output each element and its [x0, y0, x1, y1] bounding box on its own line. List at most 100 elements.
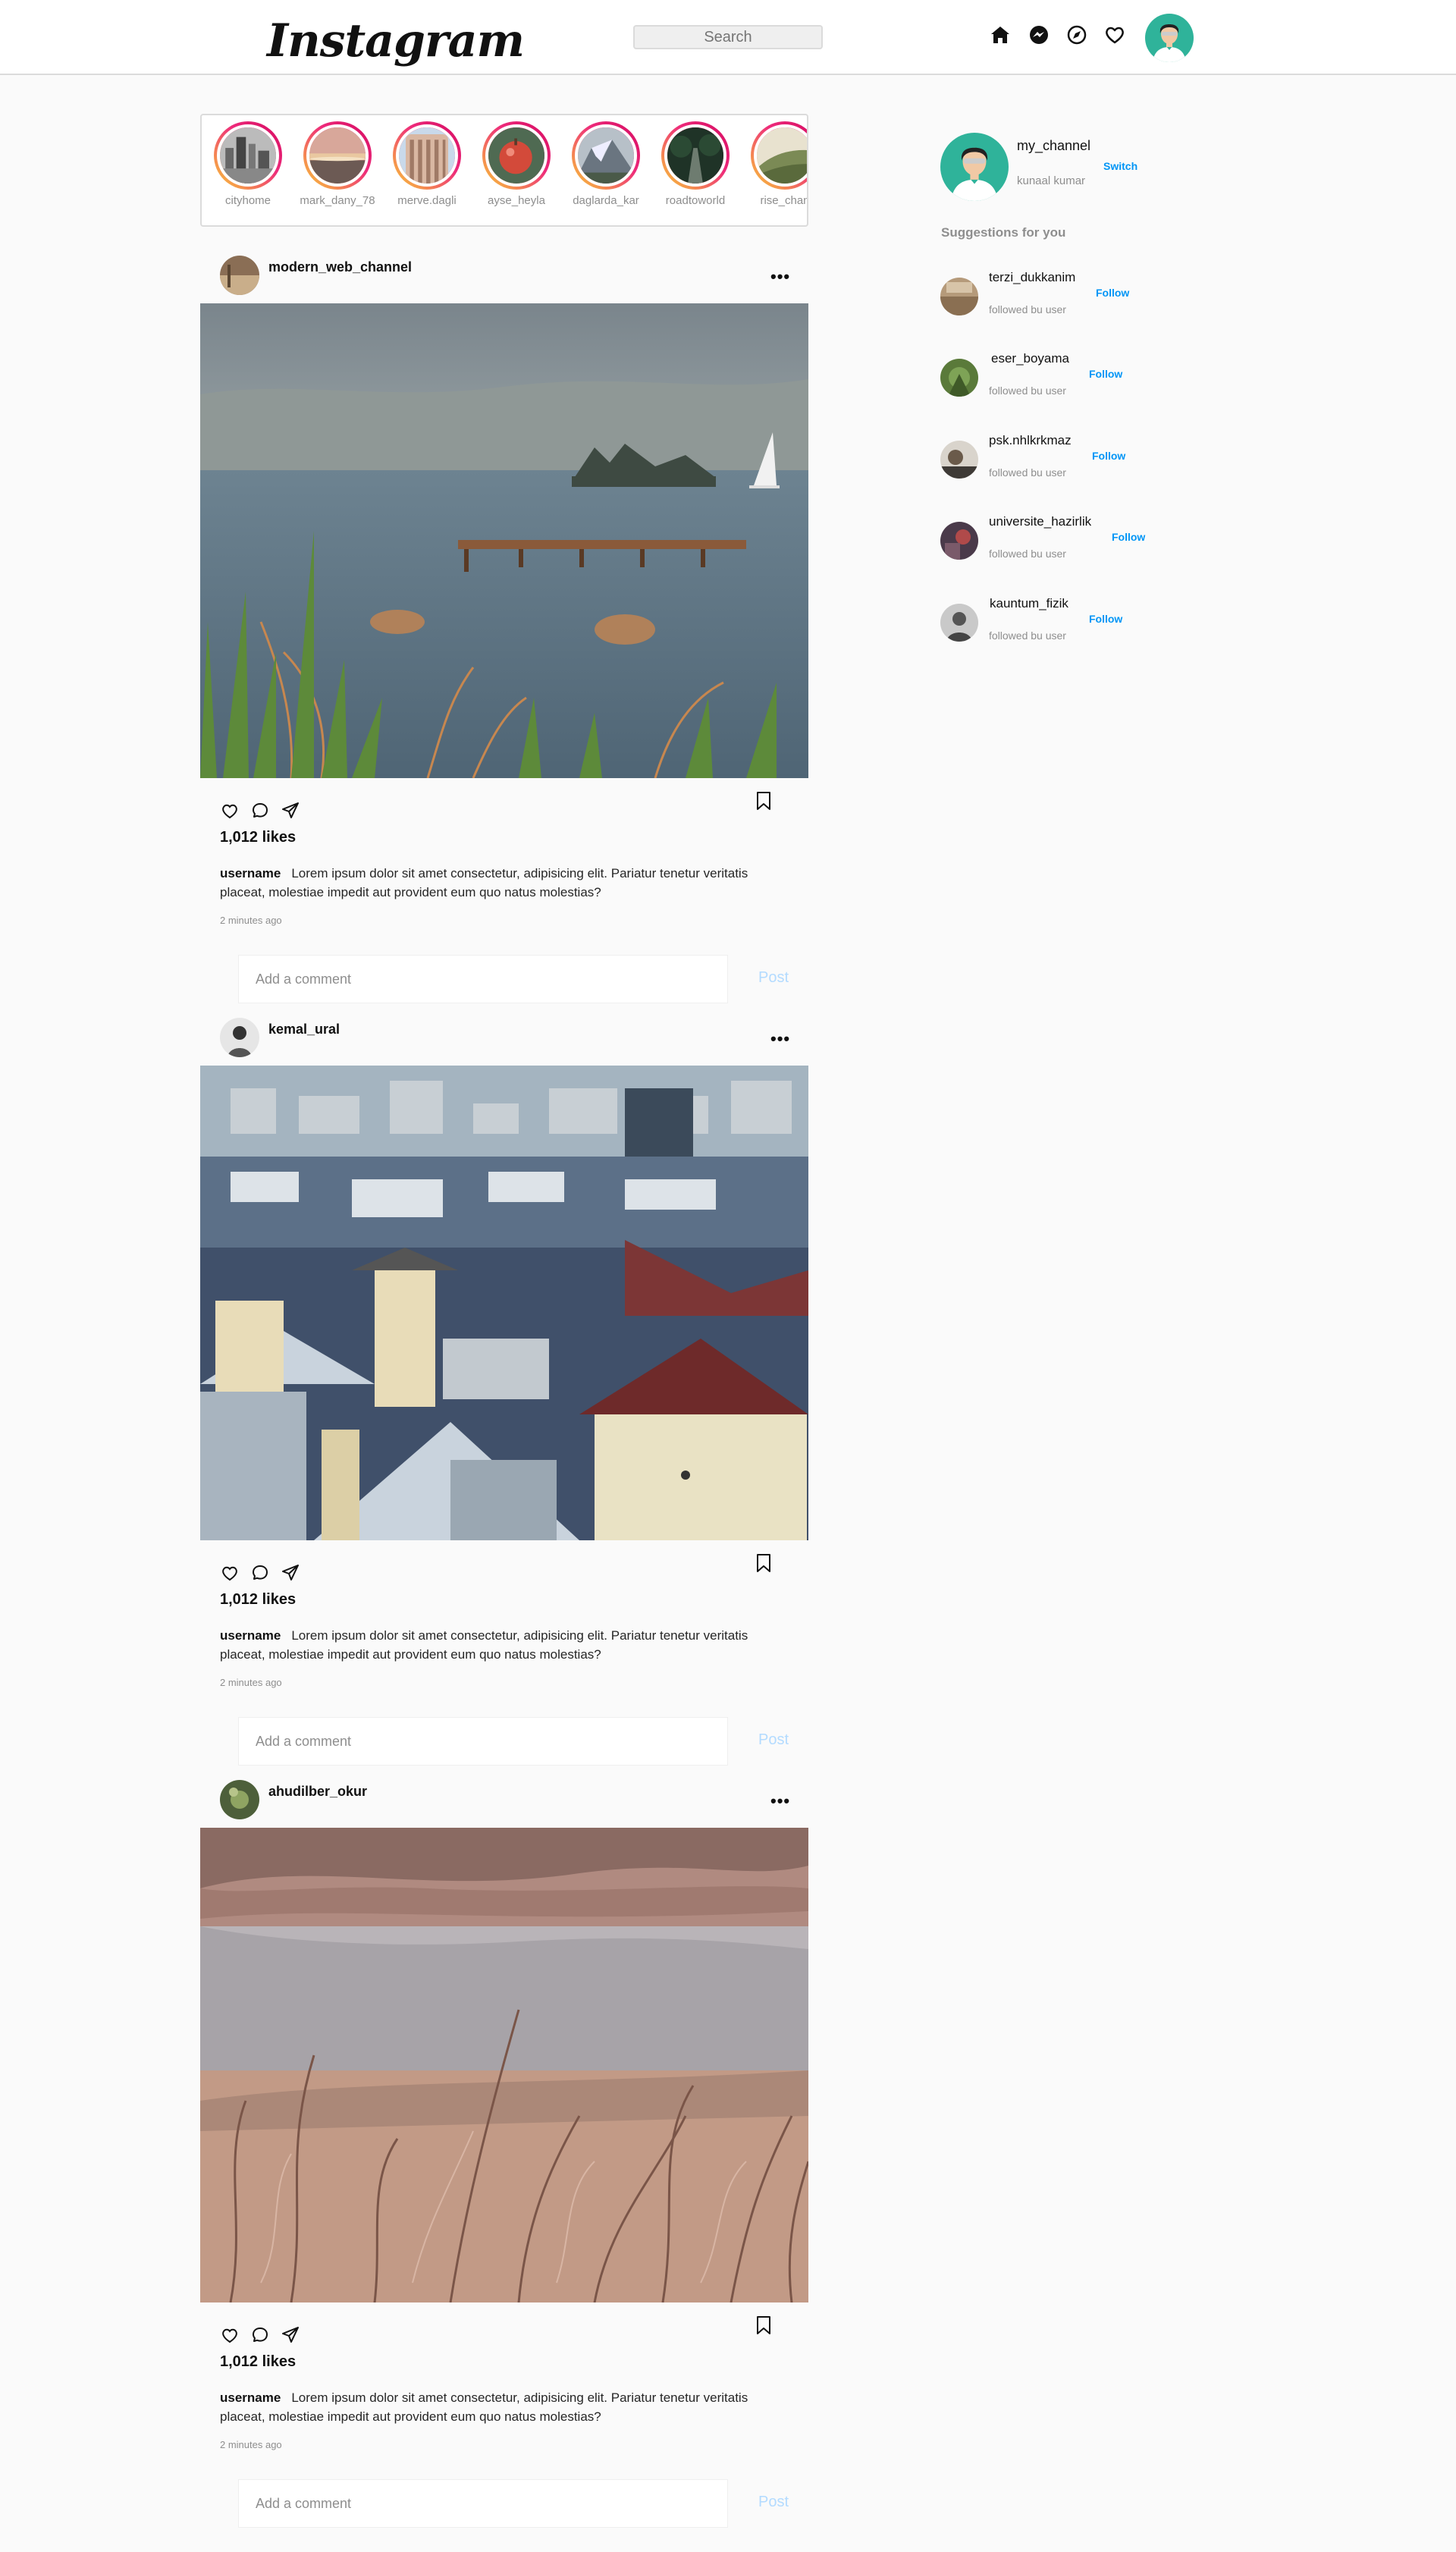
post-comment-button[interactable]: Post: [758, 969, 789, 987]
suggestion-avatar[interactable]: [940, 522, 978, 560]
switch-account-button[interactable]: Switch: [1103, 160, 1138, 172]
likes-count: 1,012 likes: [220, 1591, 297, 1608]
share-icon[interactable]: [281, 801, 300, 821]
post-header: modern_web_channel •••: [200, 238, 808, 303]
suggestion-item: universite_hazirlik followed bu user Fol…: [940, 514, 1168, 560]
follow-button[interactable]: Follow: [1092, 450, 1125, 462]
post-avatar[interactable]: [220, 1780, 259, 1819]
bookmark-icon[interactable]: [754, 1552, 774, 1574]
story-avatar: [217, 124, 279, 187]
caption-text: Lorem ipsum dolor sit amet consectetur, …: [220, 1628, 748, 1662]
comment-input[interactable]: [239, 2480, 729, 2527]
more-options-icon[interactable]: •••: [770, 1793, 790, 1810]
comment-box: [238, 1717, 729, 1766]
story-username: mark_dany_78: [300, 194, 375, 207]
more-options-icon[interactable]: •••: [770, 1031, 790, 1047]
story-item[interactable]: roadtoworld: [651, 121, 740, 207]
post-time: 2 minutes ago: [220, 2439, 282, 2450]
story-item[interactable]: ayse_heyla: [472, 121, 561, 207]
story-item[interactable]: daglarda_kar: [561, 121, 651, 207]
story-username: merve.dagli: [397, 194, 457, 207]
story-item[interactable]: mark_dany_78: [293, 121, 382, 207]
like-icon[interactable]: [220, 1563, 240, 1583]
my-username[interactable]: my_channel: [1017, 138, 1090, 154]
suggestions-title: Suggestions for you: [941, 225, 1066, 240]
bookmark-icon[interactable]: [754, 2315, 774, 2336]
more-options-icon[interactable]: •••: [770, 268, 790, 285]
post-caption: username Lorem ipsum dolor sit amet conse…: [220, 2388, 789, 2426]
feed-post: modern_web_channel ••• 1,012 likes usern…: [200, 238, 808, 1003]
feed-post: kemal_ural ••• 1,012 likes username Lore…: [200, 1000, 808, 1766]
share-icon[interactable]: [281, 2325, 300, 2345]
explore-icon[interactable]: [1065, 23, 1089, 47]
suggestion-avatar[interactable]: [940, 278, 978, 315]
bookmark-icon[interactable]: [754, 790, 774, 811]
post-avatar[interactable]: [220, 1018, 259, 1057]
suggestion-subtitle: followed bu user: [989, 385, 1066, 397]
post-caption: username Lorem ipsum dolor sit amet conse…: [220, 1626, 789, 1664]
like-icon[interactable]: [220, 2325, 240, 2345]
story-avatar: [306, 124, 369, 187]
post-image[interactable]: [200, 1066, 808, 1540]
comment-box: [238, 2479, 729, 2528]
feed-post: ahudilber_okur ••• 1,012 likes username …: [200, 1763, 808, 2528]
home-icon[interactable]: [988, 23, 1012, 47]
caption-text: Lorem ipsum dolor sit amet consectetur, …: [220, 866, 748, 899]
follow-button[interactable]: Follow: [1089, 613, 1122, 625]
post-image[interactable]: [200, 1828, 808, 2302]
suggestion-avatar[interactable]: [940, 359, 978, 397]
my-full-name: kunaal kumar: [1017, 174, 1086, 187]
follow-button[interactable]: Follow: [1112, 531, 1145, 543]
caption-text: Lorem ipsum dolor sit amet consectetur, …: [220, 2390, 748, 2424]
caption-username[interactable]: username: [220, 866, 281, 880]
post-comment-button[interactable]: Post: [758, 2494, 789, 2511]
messenger-icon[interactable]: [1027, 23, 1051, 47]
post-username[interactable]: kemal_ural: [268, 1022, 340, 1037]
suggestion-item: eser_boyama followed bu user Follow: [940, 351, 1168, 397]
suggestion-subtitle: followed bu user: [989, 629, 1066, 642]
story-item[interactable]: rise_chan: [740, 121, 807, 207]
stories-bar: cityhome mark_dany_78 merve.dagli ayse_h…: [200, 114, 808, 227]
suggestion-username[interactable]: universite_hazirlik: [989, 514, 1091, 529]
post-time: 2 minutes ago: [220, 1677, 282, 1688]
follow-button[interactable]: Follow: [1089, 368, 1122, 380]
post-image[interactable]: [200, 303, 808, 778]
like-icon[interactable]: [220, 801, 240, 821]
suggestion-username[interactable]: psk.nhlkrkmaz: [989, 433, 1072, 448]
share-icon[interactable]: [281, 1563, 300, 1583]
story-username: roadtoworld: [665, 194, 726, 207]
post-username[interactable]: modern_web_channel: [268, 259, 412, 275]
story-avatar: [396, 124, 458, 187]
profile-avatar[interactable]: [1145, 14, 1194, 62]
top-navbar: Instagram: [0, 0, 1456, 75]
likes-count: 1,012 likes: [220, 829, 297, 846]
suggestion-avatar[interactable]: [940, 604, 978, 642]
post-comment-button[interactable]: Post: [758, 1731, 789, 1749]
comment-input[interactable]: [239, 1718, 729, 1765]
comment-icon[interactable]: [250, 2325, 270, 2345]
suggestion-username[interactable]: eser_boyama: [991, 351, 1069, 366]
story-avatar: [664, 124, 726, 187]
suggestion-item: psk.nhlkrkmaz followed bu user Follow: [940, 433, 1168, 479]
instagram-logo[interactable]: Instagram: [267, 11, 525, 71]
comment-input[interactable]: [239, 956, 729, 1003]
comment-icon[interactable]: [250, 1563, 270, 1583]
follow-button[interactable]: Follow: [1096, 287, 1129, 299]
caption-username[interactable]: username: [220, 2390, 281, 2405]
caption-username[interactable]: username: [220, 1628, 281, 1643]
story-item[interactable]: cityhome: [203, 121, 293, 207]
post-avatar[interactable]: [220, 256, 259, 295]
story-item[interactable]: merve.dagli: [382, 121, 472, 207]
post-username[interactable]: ahudilber_okur: [268, 1784, 367, 1800]
suggestion-avatar[interactable]: [940, 441, 978, 479]
story-username: ayse_heyla: [488, 194, 545, 207]
heart-icon[interactable]: [1103, 23, 1127, 47]
comment-icon[interactable]: [250, 801, 270, 821]
search-input[interactable]: [633, 25, 823, 49]
suggestion-username[interactable]: kauntum_fizik: [990, 596, 1068, 611]
comment-box: [238, 955, 729, 1003]
my-profile-avatar[interactable]: [940, 133, 1009, 201]
suggestion-username[interactable]: terzi_dukkanim: [989, 270, 1075, 285]
story-username: cityhome: [224, 194, 271, 207]
story-avatar: [754, 124, 807, 187]
